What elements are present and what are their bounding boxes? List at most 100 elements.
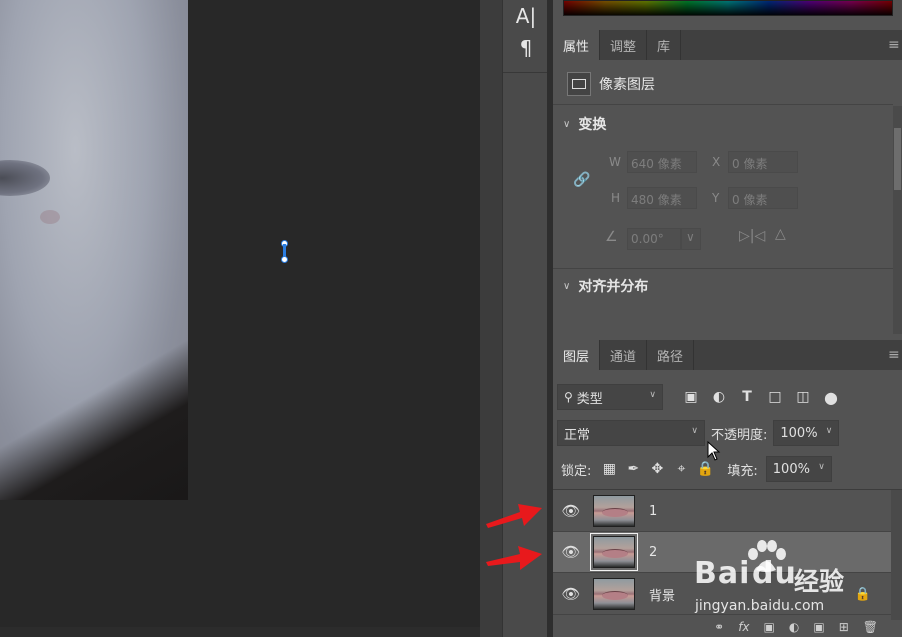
fill-field[interactable]: 100% ∨: [765, 456, 832, 482]
panel-gutter: [480, 0, 502, 637]
properties-tab-bar: 属性 调整 库 ≡: [553, 30, 902, 60]
flip-vertical-icon[interactable]: △: [775, 226, 786, 242]
filter-smart-object-icon[interactable]: ◫: [793, 389, 813, 405]
layer-filter-row: ⚲ 类型 ∨ ▣ ◐ T □ ◫ ●: [553, 384, 902, 410]
flip-horizontal-icon[interactable]: ▷|◁: [739, 228, 765, 244]
transform-section-header[interactable]: ∨ 变换: [563, 114, 606, 134]
horizontal-scrollbar[interactable]: [0, 627, 480, 637]
lock-label: 锁定:: [561, 463, 592, 479]
new-group-folder-icon[interactable]: ▣: [813, 620, 824, 637]
panel-menu-icon[interactable]: ≡: [888, 340, 902, 370]
tab-properties[interactable]: 属性: [553, 30, 601, 60]
add-mask-icon[interactable]: ▣: [764, 620, 775, 637]
filter-adjustment-icon[interactable]: ◐: [709, 389, 729, 405]
layers-footer: ⚭ fx ▣ ◐ ▣ ⊞ 🗑: [553, 620, 902, 637]
fx-button[interactable]: fx: [738, 620, 749, 637]
watermark-url: jingyan.baidu.com: [695, 598, 825, 614]
align-title: 对齐并分布: [578, 279, 649, 295]
layers-scrollbar[interactable]: [891, 490, 902, 620]
link-layers-icon[interactable]: ⚭: [714, 620, 724, 637]
x-field[interactable]: 0 像素: [728, 151, 798, 173]
photo-image: [0, 0, 188, 500]
align-section-header[interactable]: ∨ 对齐并分布: [563, 276, 648, 296]
document-canvas[interactable]: [0, 0, 480, 637]
color-spectrum[interactable]: [563, 0, 893, 16]
adjustment-layer-icon[interactable]: ◐: [789, 620, 799, 637]
layer-name: 背景: [649, 588, 676, 604]
chevron-down-icon: ∨: [563, 280, 571, 292]
lock-artboard-crop-icon[interactable]: ⌖: [671, 461, 691, 477]
watermark-brand-cn: 经验: [794, 567, 845, 596]
layer-thumbnail: [593, 578, 635, 610]
tab-paths[interactable]: 路径: [647, 340, 695, 370]
lock-transparent-pixels-icon[interactable]: ▦: [599, 461, 619, 477]
height-field[interactable]: 480 像素: [627, 187, 697, 209]
height-label: H: [611, 191, 621, 205]
watermark-brand: Bai: [694, 556, 751, 591]
x-label: X: [712, 155, 721, 169]
properties-scrollbar[interactable]: [893, 106, 902, 334]
visibility-eye-icon[interactable]: 👁: [553, 502, 589, 520]
search-icon: ⚲: [564, 390, 573, 404]
filter-pixel-icon[interactable]: ▣: [681, 389, 701, 405]
visibility-eye-icon[interactable]: 👁: [553, 585, 589, 603]
layer-name: 1: [649, 503, 658, 519]
layer-type-label: 像素图层: [599, 77, 655, 93]
layer-filter-kind-select[interactable]: ⚲ 类型 ∨: [557, 384, 663, 410]
visibility-eye-icon[interactable]: 👁: [553, 543, 589, 561]
layer-row[interactable]: 👁 1: [553, 491, 891, 532]
paragraph-panel-button[interactable]: ¶: [503, 32, 549, 64]
chevron-down-icon: ∨: [825, 426, 833, 436]
new-layer-icon[interactable]: ⊞: [839, 620, 849, 637]
divider: [553, 268, 893, 269]
chevron-down-icon: ∨: [691, 426, 698, 436]
divider: [553, 489, 902, 490]
lock-all-icon[interactable]: 🔒: [695, 461, 715, 477]
divider: [503, 72, 547, 73]
width-label: W: [609, 155, 621, 169]
angle-icon: ∠: [605, 229, 618, 245]
blend-mode-value: 正常: [564, 427, 591, 443]
angle-dropdown-chevron-icon[interactable]: ∨: [681, 228, 701, 250]
text-insertion-cursor[interactable]: [281, 240, 288, 264]
blend-mode-select[interactable]: 正常 ∨: [557, 420, 705, 446]
angle-field[interactable]: 0.00°: [627, 228, 681, 250]
panel-menu-icon[interactable]: ≡: [888, 30, 902, 60]
lock-image-pixels-brush-icon[interactable]: ✒: [623, 461, 643, 477]
fill-label: 填充:: [727, 463, 758, 479]
mouse-pointer-icon: [707, 441, 721, 461]
transform-title: 变换: [578, 117, 607, 133]
y-field[interactable]: 0 像素: [728, 187, 798, 209]
filter-shape-icon[interactable]: □: [765, 389, 785, 405]
tab-adjustments[interactable]: 调整: [600, 30, 648, 60]
annotation-arrow-icon: [486, 546, 542, 570]
filter-kind-label: 类型: [576, 391, 603, 407]
link-chain-icon[interactable]: 🔗: [573, 172, 590, 188]
chevron-down-icon: ∨: [563, 118, 571, 130]
lock-position-move-icon[interactable]: ✥: [647, 461, 667, 477]
tab-libraries[interactable]: 库: [647, 30, 682, 60]
baidu-jingyan-watermark: Bai du 经验 jingyan.baidu.com: [690, 540, 890, 620]
watermark-brand-tail: du: [752, 556, 797, 591]
fill-value: 100%: [772, 461, 810, 477]
layers-tab-bar: 图层 通道 路径 ≡: [553, 340, 902, 370]
opacity-value: 100%: [780, 425, 818, 441]
layer-type-header: 像素图层: [567, 72, 655, 96]
lock-row: 锁定: ▦ ✒ ✥ ⌖ 🔒 填充: 100% ∨: [553, 456, 902, 482]
opacity-label: 不透明度:: [711, 427, 768, 443]
trash-icon[interactable]: 🗑: [863, 620, 878, 637]
opacity-field[interactable]: 100% ∨: [773, 420, 840, 446]
filter-toggle-icon[interactable]: ●: [821, 388, 841, 407]
chevron-down-icon: ∨: [818, 462, 825, 472]
y-label: Y: [712, 191, 720, 205]
character-panel-button[interactable]: A|: [503, 0, 549, 32]
divider: [553, 104, 893, 105]
tab-layers[interactable]: 图层: [553, 340, 601, 370]
layer-thumbnail: [590, 533, 638, 571]
chevron-down-icon: ∨: [649, 390, 656, 400]
layer-name: 2: [649, 544, 658, 560]
filter-type-icon[interactable]: T: [737, 389, 757, 405]
annotation-arrow-icon: [486, 504, 542, 528]
width-field[interactable]: 640 像素: [627, 151, 697, 173]
tab-channels[interactable]: 通道: [600, 340, 648, 370]
